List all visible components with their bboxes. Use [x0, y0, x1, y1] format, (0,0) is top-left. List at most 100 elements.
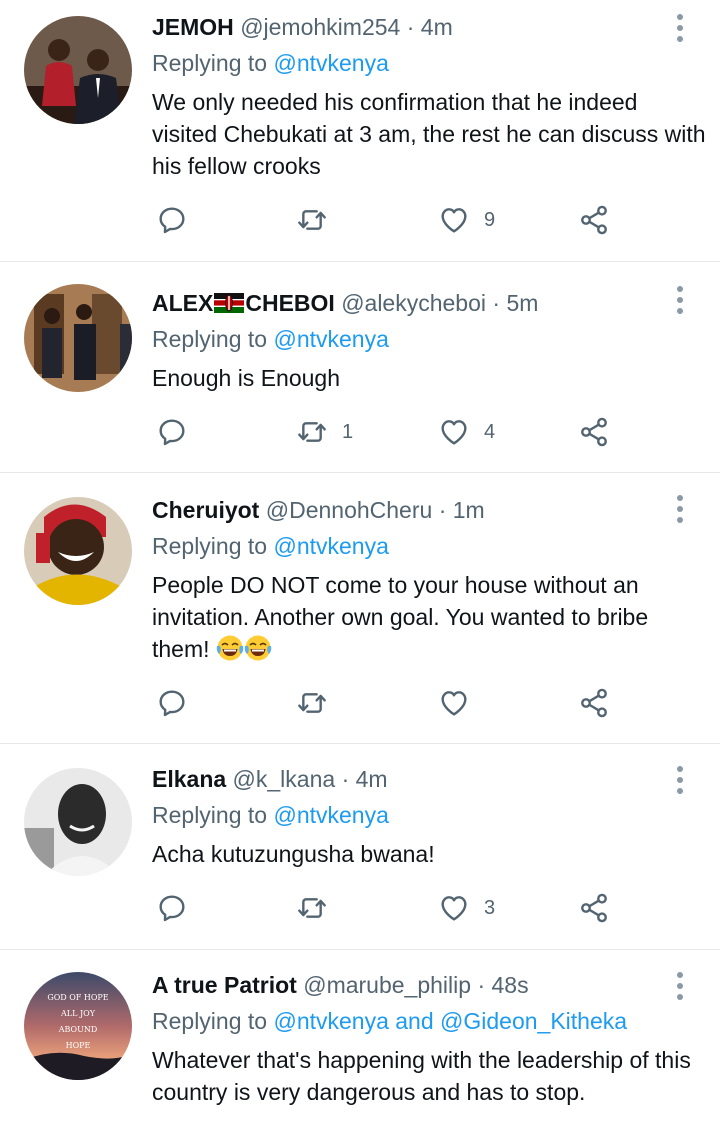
reply-icon [156, 416, 188, 448]
share-icon [578, 892, 610, 924]
replying-prefix: Replying to [152, 802, 274, 828]
share-icon [578, 204, 610, 236]
retweet-button[interactable] [296, 200, 328, 240]
share-button[interactable] [578, 888, 610, 928]
like-button[interactable]: 3 [438, 888, 495, 928]
like-icon [438, 687, 470, 719]
author-name[interactable]: JEMOH [152, 14, 234, 40]
retweet-count: 1 [342, 420, 354, 443]
retweet-icon [296, 892, 328, 924]
avatar[interactable] [24, 284, 132, 392]
reply-icon [156, 892, 188, 924]
replying-to: Replying to @ntvkenya [152, 50, 389, 77]
reply-button[interactable] [156, 683, 188, 723]
share-button[interactable] [578, 200, 610, 240]
replying-to: Replying to @ntvkenya [152, 326, 389, 353]
more-icon[interactable] [672, 286, 688, 314]
more-icon[interactable] [672, 972, 688, 1000]
replying-prefix: Replying to [152, 326, 274, 352]
timestamp[interactable]: 4m [421, 14, 453, 40]
reply-icon [156, 204, 188, 236]
more-icon[interactable] [672, 14, 688, 42]
timestamp[interactable]: 48s [492, 972, 529, 998]
like-button[interactable] [438, 683, 470, 723]
author-name[interactable]: ALEX CHEBOI [152, 290, 335, 316]
author-handle[interactable]: @DennohCheru [266, 497, 433, 523]
retweet-button[interactable] [296, 888, 328, 928]
avatar[interactable]: GOD OF HOPE ALL JOY ABOUND HOPE [24, 972, 132, 1080]
share-icon [578, 687, 610, 719]
replying-to-link[interactable]: @ntvkenya [273, 802, 388, 828]
separator-dot: · [438, 497, 447, 523]
retweet-icon [296, 687, 328, 719]
reply-button[interactable] [156, 412, 188, 452]
tweet-header: JEMOH @jemohkim254 · 4m [152, 14, 453, 41]
reply-button[interactable] [156, 888, 188, 928]
replying-prefix: Replying to [152, 1008, 274, 1034]
tweet[interactable]: JEMOH @jemohkim254 · 4m Replying to @ntv… [0, 0, 720, 262]
author-name[interactable]: Cheruiyot [152, 497, 259, 523]
avatar[interactable] [24, 768, 132, 876]
author-handle[interactable]: @jemohkim254 [240, 14, 400, 40]
avatar[interactable] [24, 497, 132, 605]
author-name[interactable]: A true Patriot [152, 972, 297, 998]
more-icon[interactable] [672, 766, 688, 794]
tweet-text: Enough is Enough [152, 365, 340, 391]
tweet-actions: 3 [152, 888, 622, 928]
like-count: 3 [484, 896, 496, 919]
tweet-text: People DO NOT come to your house without… [152, 569, 707, 665]
tweet[interactable]: Elkana @k_lkana · 4m Replying to @ntvken… [0, 744, 720, 950]
tweet-actions: 9 [152, 200, 622, 240]
retweet-icon [296, 204, 328, 236]
reply-icon [156, 687, 188, 719]
share-icon [578, 416, 610, 448]
author-handle[interactable]: @alekycheboi [341, 290, 486, 316]
avatar-text: ALL JOY [60, 1009, 96, 1018]
reply-button[interactable] [156, 200, 188, 240]
timestamp[interactable]: 1m [453, 497, 485, 523]
tears-of-joy-emoji-icon [216, 634, 244, 662]
timestamp[interactable]: 5m [506, 290, 538, 316]
author-handle[interactable]: @k_lkana [233, 766, 336, 792]
tweet-text: Acha kutuzungusha bwana! [152, 841, 435, 867]
replying-to-link[interactable]: @ntvkenya [273, 50, 388, 76]
replying-to-link[interactable]: @ntvkenya and @Gideon_Kitheka [273, 1008, 627, 1034]
retweet-icon [296, 416, 328, 448]
share-button[interactable] [578, 683, 610, 723]
like-count: 9 [484, 208, 496, 231]
like-icon [438, 204, 470, 236]
retweet-button[interactable] [296, 683, 328, 723]
separator-dot: · [341, 766, 350, 792]
tweet-header: Elkana @k_lkana · 4m [152, 766, 388, 793]
tweet-header: ALEX CHEBOI @alekycheboi · 5m [152, 290, 538, 317]
share-button[interactable] [578, 412, 610, 452]
tweet[interactable]: Cheruiyot @DennohCheru · 1m Replying to … [0, 473, 720, 744]
replying-to-link[interactable]: @ntvkenya [273, 326, 388, 352]
replying-prefix: Replying to [152, 50, 274, 76]
replying-prefix: Replying to [152, 533, 274, 559]
replying-to-link[interactable]: @ntvkenya [273, 533, 388, 559]
like-count: 4 [484, 420, 496, 443]
timestamp[interactable]: 4m [356, 766, 388, 792]
tweet[interactable]: ALEX CHEBOI @alekycheboi · 5m Replying to… [0, 262, 720, 473]
tweet-text: Whatever that's happening with the leade… [152, 1047, 691, 1105]
replying-to: Replying to @ntvkenya [152, 802, 389, 829]
like-button[interactable]: 9 [438, 200, 495, 240]
separator-dot: · [477, 972, 486, 998]
tweet-header: Cheruiyot @DennohCheru · 1m [152, 497, 485, 524]
like-button[interactable]: 4 [438, 412, 495, 452]
separator-dot: · [492, 290, 501, 316]
avatar-text: HOPE [66, 1041, 91, 1050]
avatar-text: GOD OF HOPE [47, 993, 108, 1002]
kenya-flag-icon [214, 293, 244, 313]
more-icon[interactable] [672, 495, 688, 523]
tweet[interactable]: GOD OF HOPE ALL JOY ABOUND HOPE A true P… [0, 950, 720, 1127]
author-name[interactable]: Elkana [152, 766, 226, 792]
like-icon [438, 892, 470, 924]
avatar-text: ABOUND [58, 1025, 98, 1034]
tweet-text: We only needed his confirmation that he … [152, 89, 706, 179]
author-handle[interactable]: @marube_philip [303, 972, 471, 998]
avatar[interactable] [24, 16, 132, 124]
like-icon [438, 416, 470, 448]
retweet-button[interactable]: 1 [296, 412, 353, 452]
